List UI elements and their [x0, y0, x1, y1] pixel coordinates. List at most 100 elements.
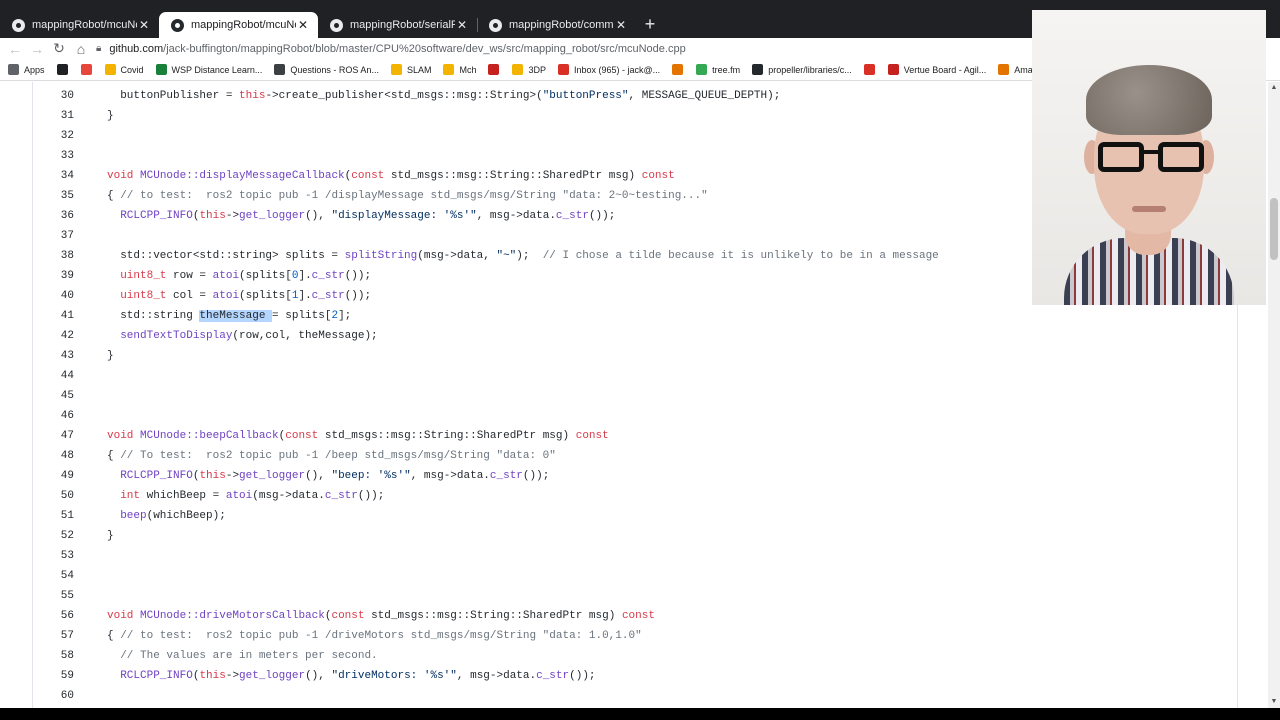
line-number[interactable]: 60	[33, 686, 74, 706]
scrollbar-thumb[interactable]	[1270, 198, 1278, 260]
scroll-up-icon[interactable]: ▲	[1268, 82, 1280, 94]
bookmark-favicon-icon	[488, 64, 500, 75]
close-tab-icon[interactable]: ✕	[137, 18, 151, 32]
line-number[interactable]: 50	[33, 486, 74, 506]
browser-tab[interactable]: mappingRobot/commonlyUsedF✕	[477, 12, 636, 38]
line-number[interactable]: 40	[33, 286, 74, 306]
code-line: 48{ // To test: ros2 topic pub -1 /beep …	[33, 446, 1233, 466]
tab-title: mappingRobot/commonlyUsedF	[509, 19, 614, 31]
line-number[interactable]: 56	[33, 606, 74, 626]
scroll-down-icon[interactable]: ▼	[1268, 696, 1280, 708]
line-number[interactable]: 48	[33, 446, 74, 466]
bookmark-label: propeller/libraries/c...	[768, 64, 852, 75]
close-tab-icon[interactable]: ✕	[614, 18, 628, 32]
code-line: 58 // The values are in meters per secon…	[33, 646, 1233, 666]
code-line: 55	[33, 586, 1233, 606]
line-number[interactable]: 45	[33, 386, 74, 406]
line-number[interactable]: 35	[33, 186, 74, 206]
code-line: 53	[33, 546, 1233, 566]
close-tab-icon[interactable]: ✕	[455, 18, 469, 32]
line-number[interactable]: 59	[33, 666, 74, 686]
bookmark-item[interactable]: Mch	[443, 64, 476, 75]
glasses-icon	[1098, 142, 1204, 172]
line-number[interactable]: 43	[33, 346, 74, 366]
browser-tab[interactable]: mappingRobot/serialPortStuff.cpp✕	[318, 12, 477, 38]
new-tab-button[interactable]: +	[636, 12, 664, 38]
line-number[interactable]: 39	[33, 266, 74, 286]
line-number[interactable]: 34	[33, 166, 74, 186]
line-number[interactable]: 55	[33, 586, 74, 606]
forward-icon[interactable]: →	[26, 41, 48, 57]
bookmark-item[interactable]: Inbox (965) - jack@...	[558, 64, 660, 75]
github-icon	[171, 18, 184, 32]
line-number[interactable]: 37	[33, 226, 74, 246]
line-number[interactable]: 46	[33, 406, 74, 426]
home-icon[interactable]: ⌂	[70, 41, 92, 57]
page-scrollbar[interactable]: ▲ ▼	[1268, 82, 1280, 708]
bookmark-favicon-icon	[390, 64, 402, 75]
bookmark-favicon-icon	[8, 64, 19, 75]
line-number[interactable]: 51	[33, 506, 74, 526]
line-number[interactable]: 52	[33, 526, 74, 546]
bookmark-item[interactable]: Apps	[8, 64, 45, 75]
bookmark-favicon-icon	[274, 64, 286, 75]
line-number[interactable]: 58	[33, 646, 74, 666]
code-line: 52}	[33, 526, 1233, 546]
bookmark-item[interactable]	[863, 64, 880, 75]
bookmark-item[interactable]: 3DP	[512, 64, 546, 75]
line-number[interactable]: 41	[33, 306, 74, 326]
bookmark-favicon-icon	[512, 64, 524, 75]
line-number[interactable]: 33	[33, 146, 74, 166]
github-icon	[489, 18, 502, 32]
bookmark-label: Apps	[24, 64, 45, 75]
line-number[interactable]: 31	[33, 106, 74, 126]
browser-tab[interactable]: mappingRobot/mcuNode.hpp at✕	[0, 12, 159, 38]
bookmark-favicon-icon	[155, 64, 167, 75]
bookmark-label: SLAM	[406, 64, 432, 75]
code-line: 54	[33, 566, 1233, 586]
line-number[interactable]: 30	[33, 86, 74, 106]
close-tab-icon[interactable]: ✕	[296, 18, 310, 32]
bookmark-item[interactable]	[56, 64, 73, 75]
github-icon	[12, 18, 25, 32]
bookmark-favicon-icon	[752, 64, 764, 75]
line-number[interactable]: 38	[33, 246, 74, 266]
line-number[interactable]: 36	[33, 206, 74, 226]
bookmark-favicon-icon	[443, 64, 455, 75]
line-number[interactable]: 49	[33, 466, 74, 486]
bookmark-favicon-icon	[80, 64, 92, 75]
bookmark-item[interactable]: SLAM	[390, 64, 432, 75]
bookmark-favicon-icon	[998, 64, 1010, 75]
address-bar[interactable]: 🔒︎ github.com/jack-buffington/mappingRob…	[96, 38, 686, 59]
bookmark-item[interactable]: Covid	[104, 64, 144, 75]
line-number[interactable]: 57	[33, 626, 74, 646]
bookmark-favicon-icon	[104, 64, 116, 75]
code-line: 47 void MCUnode::beepCallback(const std_m…	[33, 426, 1233, 446]
bookmark-item[interactable]	[488, 64, 504, 75]
line-number[interactable]: 42	[33, 326, 74, 346]
browser-tab[interactable]: mappingRobot/mcuNode.cpp at✕	[159, 12, 318, 38]
line-number[interactable]: 53	[33, 546, 74, 566]
reload-icon[interactable]: ↻	[48, 40, 70, 57]
code-line: 44	[33, 366, 1233, 386]
bookmark-item[interactable]: tree.fm	[696, 64, 740, 75]
line-number[interactable]: 44	[33, 366, 74, 386]
line-number[interactable]: 32	[33, 126, 74, 146]
bookmark-item[interactable]: propeller/libraries/c...	[752, 64, 852, 75]
code-line: 50 int whichBeep = atoi(msg->data.c_str(…	[33, 486, 1233, 506]
back-icon[interactable]: ←	[4, 41, 26, 57]
bookmark-favicon-icon	[672, 64, 684, 75]
code-line: 45	[33, 386, 1233, 406]
code-line: 51 beep(whichBeep);	[33, 506, 1233, 526]
line-number[interactable]: 54	[33, 566, 74, 586]
bookmark-label: Covid	[120, 64, 144, 75]
code-line: 49 RCLCPP_INFO(this->get_logger(), "beep…	[33, 466, 1233, 486]
bookmark-item[interactable]: Questions - ROS An...	[274, 64, 379, 75]
bookmark-item[interactable]: WSP Distance Learn...	[155, 64, 262, 75]
lock-icon: 🔒︎	[96, 43, 102, 54]
bookmark-item[interactable]: Vertue Board - Agil...	[887, 64, 986, 75]
bookmark-item[interactable]	[672, 64, 688, 75]
bookmark-favicon-icon	[887, 64, 899, 75]
bookmark-item[interactable]	[80, 64, 97, 75]
line-number[interactable]: 47	[33, 426, 74, 446]
